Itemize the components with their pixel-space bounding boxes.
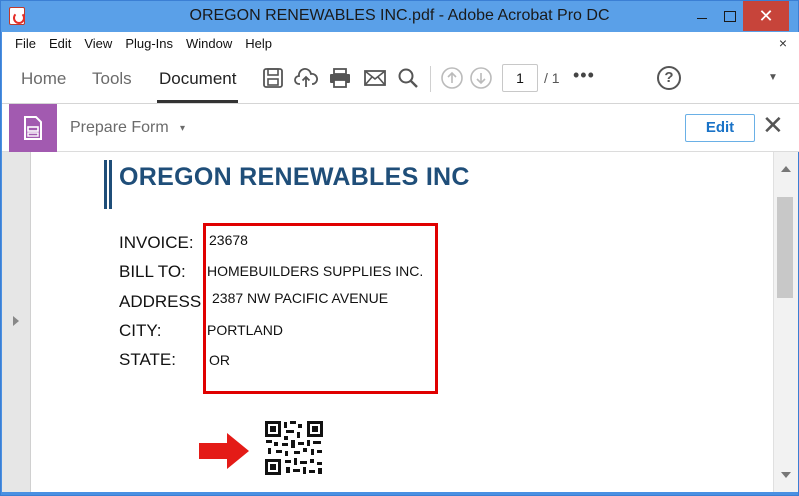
page-up-icon[interactable] — [440, 66, 464, 90]
red-arrow-icon — [199, 433, 249, 469]
save-icon[interactable] — [261, 66, 285, 90]
close-tool-button[interactable]: ✕ — [762, 112, 784, 138]
heading-rule — [104, 160, 107, 209]
scroll-down-icon[interactable] — [781, 472, 791, 478]
tab-document[interactable]: Document — [156, 69, 239, 103]
scrollbar-thumb[interactable] — [777, 197, 793, 298]
toolbar-divider — [430, 66, 431, 92]
main-toolbar: Home Tools Document 1 / 1 ••• ? ▼ — [2, 54, 799, 104]
close-window-button[interactable]: ✕ — [743, 1, 789, 31]
window-title: OREGON RENEWABLES INC.pdf - Adobe Acroba… — [189, 7, 610, 24]
help-icon[interactable]: ? — [657, 66, 681, 90]
city-label: CITY: — [119, 321, 162, 340]
prepare-form-label[interactable]: Prepare Form — [70, 119, 169, 137]
scroll-up-icon[interactable] — [781, 166, 791, 172]
email-icon[interactable] — [363, 66, 387, 90]
menu-help[interactable]: Help — [245, 36, 272, 51]
tab-tools[interactable]: Tools — [92, 69, 132, 89]
expand-pane-icon[interactable] — [13, 316, 19, 326]
company-name: OREGON RENEWABLES INC — [119, 163, 470, 191]
toolbar-options-dropdown[interactable]: ▼ — [768, 72, 778, 83]
maximize-button[interactable] — [717, 1, 743, 31]
invoice-label: INVOICE: — [119, 233, 194, 252]
menu-window[interactable]: Window — [186, 36, 232, 51]
navigation-pane — [2, 152, 31, 492]
title-bar: OREGON RENEWABLES INC.pdf - Adobe Acroba… — [1, 1, 798, 32]
highlight-box — [203, 223, 438, 394]
document-page: OREGON RENEWABLES INC INVOICE: BILL TO: … — [31, 152, 773, 492]
page-total: / 1 — [544, 70, 560, 86]
state-label: STATE: — [119, 350, 176, 369]
close-document-button[interactable]: × — [779, 35, 787, 51]
page-down-icon[interactable] — [469, 66, 493, 90]
menu-edit[interactable]: Edit — [49, 36, 71, 51]
page-number-input[interactable]: 1 — [502, 64, 538, 92]
address-label: ADDRESS — [119, 292, 202, 311]
menu-bar: File Edit View Plug-Ins Window Help × — [2, 32, 799, 54]
prepare-form-dropdown-icon[interactable]: ▾ — [180, 123, 185, 134]
prepare-form-bar: Prepare Form ▾ Edit ✕ — [2, 104, 799, 152]
menu-view[interactable]: View — [84, 36, 112, 51]
print-icon[interactable] — [328, 66, 352, 90]
vertical-scrollbar[interactable] — [773, 152, 798, 492]
acrobat-window: OREGON RENEWABLES INC.pdf - Adobe Acroba… — [0, 0, 799, 496]
heading-rule — [109, 160, 112, 209]
upload-cloud-icon[interactable] — [294, 66, 318, 90]
prepare-form-icon[interactable] — [9, 104, 57, 152]
minimize-button[interactable] — [689, 1, 715, 31]
search-icon[interactable] — [396, 66, 420, 90]
edit-button[interactable]: Edit — [685, 114, 755, 142]
tab-home[interactable]: Home — [21, 69, 66, 89]
more-tools-button[interactable]: ••• — [573, 65, 595, 86]
menu-file[interactable]: File — [15, 36, 36, 51]
qr-code-icon — [264, 420, 324, 476]
bill-to-label: BILL TO: — [119, 262, 186, 281]
menu-plug-ins[interactable]: Plug-Ins — [125, 36, 173, 51]
